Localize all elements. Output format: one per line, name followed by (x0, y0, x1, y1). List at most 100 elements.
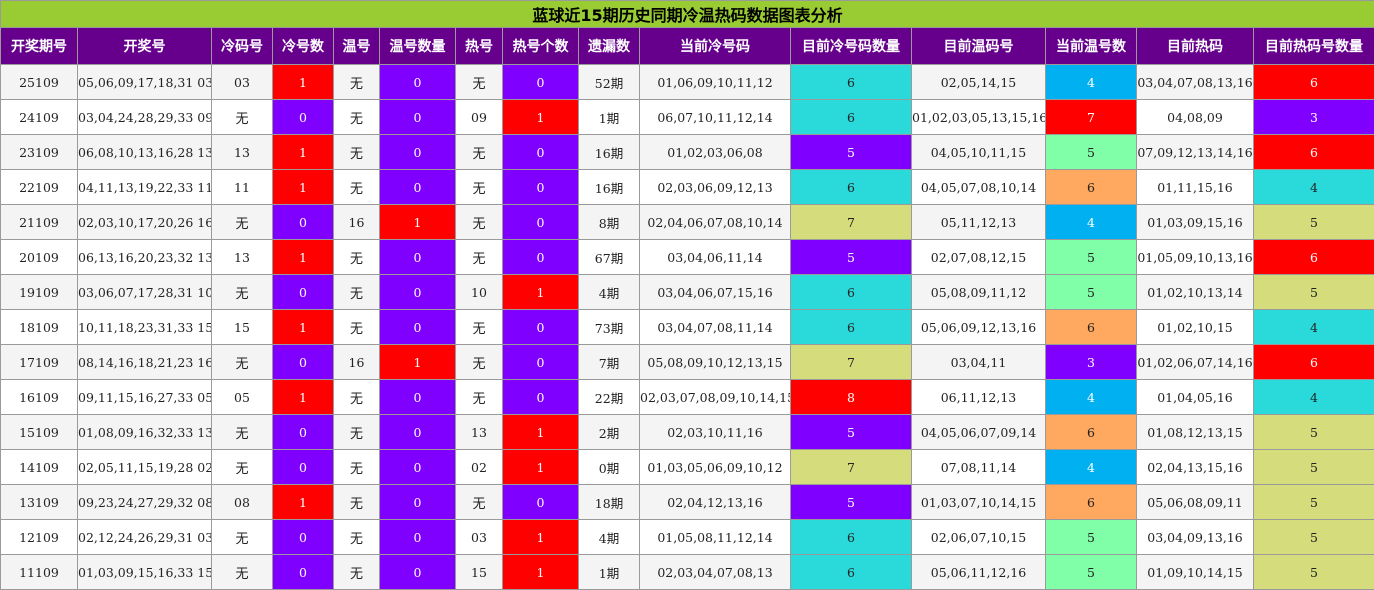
cell-missing-count: 2期 (578, 414, 640, 450)
table-row: 16109 09,11,15,16,27,33 05 05 1 无 0 无 0 22期 02,03… (0, 379, 1374, 415)
cell-cold-code: 无 (211, 519, 273, 555)
cell-current-warm-count: 4 (1045, 204, 1137, 240)
cell-hot-code: 无 (455, 239, 503, 275)
cell-current-cold-codes: 02,04,12,13,16 (639, 484, 791, 520)
cell-cold-count: 0 (272, 204, 334, 240)
cell-draw-number: 23109 (0, 134, 78, 170)
cell-current-hot-count: 4 (1252, 169, 1374, 205)
cell-current-warm-count: 6 (1045, 414, 1137, 450)
cell-current-cold-codes: 03,04,06,07,15,16 (639, 274, 791, 310)
cell-hot-code: 无 (455, 204, 503, 240)
cell-cold-code: 无 (211, 554, 273, 590)
cell-missing-count: 73期 (578, 309, 640, 345)
cell-warm-code: 无 (333, 414, 380, 450)
cell-current-hot-codes: 07,09,12,13,14,16 (1136, 134, 1254, 170)
cell-cold-count: 1 (272, 169, 334, 205)
header-warm-count: 温号数量 (379, 27, 456, 65)
cell-current-cold-count: 5 (790, 414, 912, 450)
cell-current-cold-count: 5 (790, 239, 912, 275)
header-current-cold-count: 目前冷号码数量 (790, 27, 912, 65)
table-title: 蓝球近15期历史同期冷温热码数据图表分析 (0, 0, 1374, 28)
cell-warm-code: 无 (333, 169, 380, 205)
cell-warm-count: 1 (379, 344, 456, 380)
cell-hot-count: 0 (502, 134, 579, 170)
cell-current-warm-codes: 06,11,12,13 (911, 379, 1046, 415)
cell-hot-count: 1 (502, 274, 579, 310)
cell-warm-code: 无 (333, 309, 380, 345)
cell-hot-code: 02 (455, 449, 503, 485)
cell-warm-count: 0 (379, 414, 456, 450)
cell-current-cold-codes: 02,04,06,07,08,10,14 (639, 204, 791, 240)
cell-current-hot-count: 5 (1252, 414, 1374, 450)
cell-cold-count: 0 (272, 344, 334, 380)
cell-current-cold-codes: 02,03,10,11,16 (639, 414, 791, 450)
cell-hot-count: 0 (502, 64, 579, 100)
cell-warm-count: 0 (379, 99, 456, 135)
cell-current-hot-codes: 01,02,06,07,14,16 (1136, 344, 1254, 380)
cell-cold-count: 1 (272, 379, 334, 415)
cell-cold-code: 11 (211, 169, 273, 205)
cell-hot-count: 0 (502, 484, 579, 520)
cell-current-warm-codes: 05,06,09,12,13,16 (911, 309, 1046, 345)
cell-cold-count: 1 (272, 484, 334, 520)
cell-current-hot-count: 5 (1252, 554, 1374, 590)
header-current-hot-codes: 目前热码 (1136, 27, 1254, 65)
cell-draw-result: 05,06,09,17,18,31 03 (77, 64, 212, 100)
cell-hot-count: 1 (502, 449, 579, 485)
cell-warm-count: 0 (379, 379, 456, 415)
cell-warm-code: 无 (333, 484, 380, 520)
cell-hot-code: 09 (455, 99, 503, 135)
cell-hot-code: 03 (455, 519, 503, 555)
cell-current-warm-codes: 04,05,06,07,09,14 (911, 414, 1046, 450)
table-row: 11109 01,03,09,15,16,33 15 无 0 无 0 15 1 1期 02,03,… (0, 554, 1374, 590)
cell-cold-count: 1 (272, 64, 334, 100)
header-hot-count: 热号个数 (502, 27, 579, 65)
cell-cold-code: 13 (211, 239, 273, 275)
cell-cold-code: 无 (211, 344, 273, 380)
table-body: 25109 05,06,09,17,18,31 03 03 1 无 0 无 0 52期 01,06… (0, 64, 1374, 590)
cell-hot-code: 无 (455, 64, 503, 100)
cell-warm-count: 0 (379, 274, 456, 310)
cell-current-cold-count: 7 (790, 204, 912, 240)
cell-current-cold-count: 5 (790, 484, 912, 520)
cell-warm-code: 无 (333, 519, 380, 555)
table-row: 12109 02,12,24,26,29,31 03 无 0 无 0 03 1 4期 01,05,… (0, 519, 1374, 555)
cell-current-hot-codes: 01,09,10,14,15 (1136, 554, 1254, 590)
cell-warm-count: 1 (379, 204, 456, 240)
cell-hot-count: 0 (502, 379, 579, 415)
cell-warm-code: 无 (333, 64, 380, 100)
cell-current-warm-codes: 02,06,07,10,15 (911, 519, 1046, 555)
cell-current-cold-codes: 06,07,10,11,12,14 (639, 99, 791, 135)
cell-current-hot-codes: 05,06,08,09,11 (1136, 484, 1254, 520)
cell-current-hot-codes: 01,08,12,13,15 (1136, 414, 1254, 450)
cell-draw-result: 02,03,10,17,20,26 16 (77, 204, 212, 240)
cell-current-warm-codes: 02,07,08,12,15 (911, 239, 1046, 275)
cell-cold-code: 08 (211, 484, 273, 520)
cell-current-hot-count: 5 (1252, 484, 1374, 520)
cell-draw-number: 14109 (0, 449, 78, 485)
cell-draw-number: 24109 (0, 99, 78, 135)
cell-current-hot-count: 5 (1252, 204, 1374, 240)
cell-draw-number: 18109 (0, 309, 78, 345)
cell-current-cold-count: 6 (790, 519, 912, 555)
cell-current-warm-codes: 01,02,03,05,13,15,16 (911, 99, 1046, 135)
cell-current-hot-count: 3 (1252, 99, 1374, 135)
cell-current-hot-count: 5 (1252, 519, 1374, 555)
header-current-warm-count: 当前温号数 (1045, 27, 1137, 65)
cell-current-warm-count: 5 (1045, 274, 1137, 310)
cell-warm-count: 0 (379, 134, 456, 170)
table-row: 15109 01,08,09,16,32,33 13 无 0 无 0 13 1 2期 02,03,… (0, 414, 1374, 450)
table-row: 24109 03,04,24,28,29,33 09 无 0 无 0 09 1 1期 06,07,… (0, 99, 1374, 135)
cell-current-warm-count: 6 (1045, 309, 1137, 345)
cell-draw-number: 15109 (0, 414, 78, 450)
cell-current-cold-count: 6 (790, 274, 912, 310)
cell-warm-code: 无 (333, 99, 380, 135)
cell-current-hot-count: 6 (1252, 239, 1374, 275)
table-row: 23109 06,08,10,13,16,28 13 13 1 无 0 无 0 16期 01,02… (0, 134, 1374, 170)
cell-current-warm-codes: 04,05,07,08,10,14 (911, 169, 1046, 205)
cell-missing-count: 7期 (578, 344, 640, 380)
cell-current-cold-codes: 03,04,07,08,11,14 (639, 309, 791, 345)
cell-current-hot-count: 4 (1252, 379, 1374, 415)
cell-current-warm-count: 5 (1045, 134, 1137, 170)
cell-cold-count: 1 (272, 134, 334, 170)
